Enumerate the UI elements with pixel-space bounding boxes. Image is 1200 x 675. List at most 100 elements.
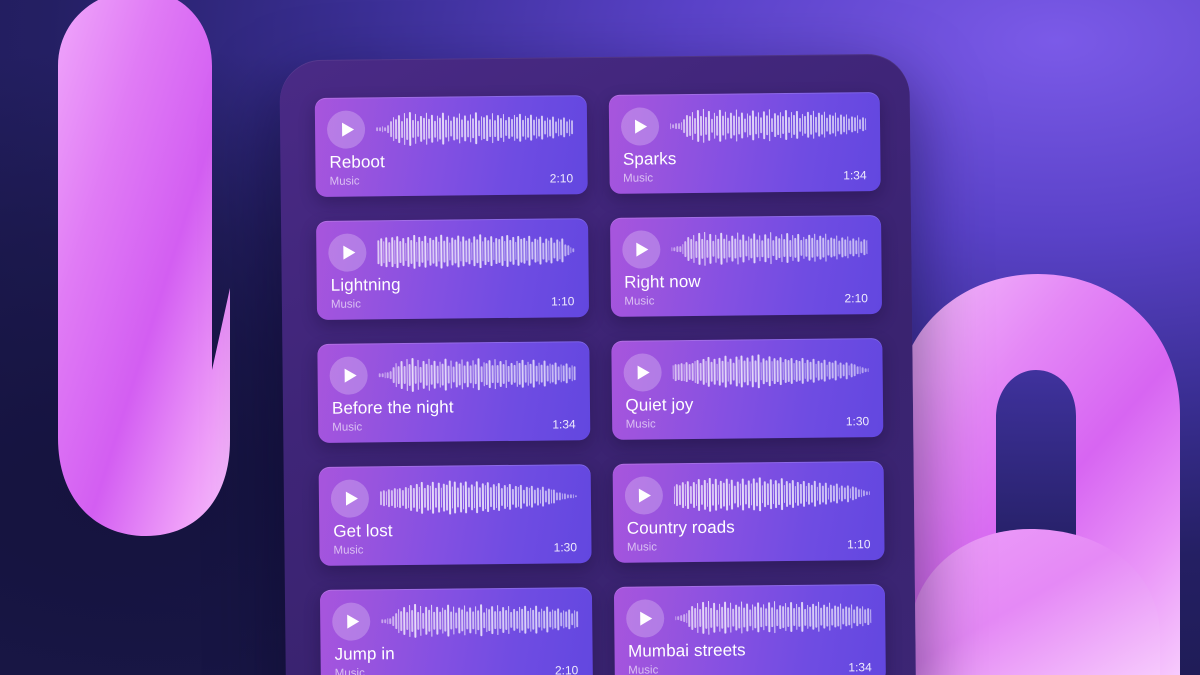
track-meta-row: Music 1:30 (333, 540, 577, 558)
waveform-bar (722, 238, 725, 259)
waveform-icon[interactable] (674, 599, 872, 635)
waveform-icon[interactable] (673, 476, 871, 512)
waveform-bar (762, 111, 765, 140)
play-triangle-icon (344, 368, 357, 383)
waveform-bar (788, 483, 791, 505)
waveform-bar (575, 494, 577, 498)
waveform-bar (742, 478, 745, 511)
waveform-bar (385, 490, 388, 506)
waveform-bar (747, 235, 750, 261)
play-icon[interactable] (625, 599, 664, 638)
waveform-bar (476, 239, 479, 263)
play-icon[interactable] (620, 107, 659, 146)
waveform-bar (555, 491, 558, 501)
waveform-bar (692, 234, 695, 264)
play-icon[interactable] (328, 233, 367, 272)
waveform-icon[interactable] (378, 356, 576, 392)
waveform-bar (565, 611, 568, 628)
waveform-bar (688, 364, 691, 380)
track-card[interactable]: Before the night Music 1:34 (317, 341, 590, 443)
waveform-bar (536, 487, 539, 506)
waveform-bar (782, 361, 784, 381)
waveform-bar (827, 487, 830, 500)
waveform-icon[interactable] (381, 602, 578, 638)
waveform-bar (819, 483, 822, 505)
play-icon[interactable] (329, 356, 368, 395)
waveform-bar (835, 235, 838, 260)
waveform-bar (389, 618, 392, 625)
waveform-bar (408, 111, 412, 146)
play-icon[interactable] (624, 476, 663, 515)
waveform-bar (698, 479, 701, 511)
waveform-bar (782, 116, 785, 134)
waveform-bar (868, 491, 871, 495)
waveform-bar (388, 242, 391, 263)
waveform-bar (812, 358, 815, 383)
waveform-bar (427, 610, 430, 632)
waveform-bar (476, 481, 479, 513)
track-title: Sparks (622, 149, 677, 169)
track-card[interactable]: Jump in Music 2:10 (319, 587, 593, 675)
waveform-bar (548, 611, 551, 628)
play-icon[interactable] (621, 230, 661, 269)
waveform-icon[interactable] (379, 479, 577, 515)
waveform-bar (753, 233, 756, 264)
play-icon[interactable] (330, 479, 370, 518)
waveform-bar (455, 612, 458, 629)
waveform-bar (414, 603, 417, 638)
waveform-bar (865, 491, 868, 496)
waveform-bar (425, 606, 428, 635)
waveform-bar (430, 364, 433, 385)
play-icon[interactable] (622, 353, 662, 392)
waveform-icon[interactable] (669, 107, 867, 143)
waveform-icon[interactable] (672, 353, 869, 389)
waveform-bar (463, 364, 466, 384)
waveform-bar (532, 609, 535, 630)
track-card[interactable]: Country roads Music 1:10 (612, 461, 885, 563)
waveform-bar (538, 118, 541, 137)
waveform-bar (426, 242, 429, 262)
play-icon[interactable] (326, 110, 366, 149)
waveform-bar (714, 479, 717, 511)
waveform-bar (735, 356, 738, 387)
waveform-bar (410, 240, 413, 264)
waveform-bar (408, 605, 411, 637)
waveform-bar (824, 482, 827, 505)
waveform-bar (456, 235, 460, 268)
waveform-bar (462, 485, 465, 510)
waveform-bar (680, 362, 683, 382)
waveform-bar (674, 616, 677, 621)
waveform-bar (703, 480, 706, 510)
waveform-bar (775, 479, 778, 509)
waveform-bar (566, 494, 569, 499)
waveform-icon[interactable] (670, 230, 868, 266)
track-card[interactable]: Mumbai streets Music 1:34 (613, 584, 886, 675)
track-card[interactable]: Quiet joy Music 1:30 (610, 338, 884, 440)
waveform-icon[interactable] (377, 233, 575, 269)
waveform-bar (554, 121, 557, 134)
waveform-bar (427, 358, 431, 392)
waveform-bar (506, 486, 509, 508)
waveform-icon[interactable] (376, 110, 573, 146)
waveform-bar (775, 236, 778, 260)
waveform-bar (757, 354, 760, 389)
waveform-bar (495, 237, 498, 265)
waveform-bar (728, 483, 731, 506)
track-card[interactable]: Lightning Music 1:10 (316, 218, 589, 320)
waveform-bar (707, 356, 710, 387)
play-icon[interactable] (332, 602, 371, 641)
waveform-bar (388, 489, 391, 508)
track-card[interactable]: Get lost Music 1:30 (318, 464, 592, 566)
track-card[interactable]: Sparks Music 1:34 (608, 92, 881, 194)
waveform-bar (553, 242, 556, 259)
waveform-bar (549, 118, 552, 136)
waveform-bar (474, 605, 477, 635)
waveform-bar (422, 612, 425, 630)
track-card[interactable]: Right now Music 2:10 (609, 215, 883, 317)
track-card[interactable]: Reboot Music 2:10 (314, 95, 588, 197)
track-duration: 2:10 (554, 663, 579, 675)
waveform-bar (703, 231, 706, 266)
waveform-bar (439, 118, 442, 140)
waveform-bar (828, 361, 831, 380)
waveform-bar (392, 117, 395, 142)
